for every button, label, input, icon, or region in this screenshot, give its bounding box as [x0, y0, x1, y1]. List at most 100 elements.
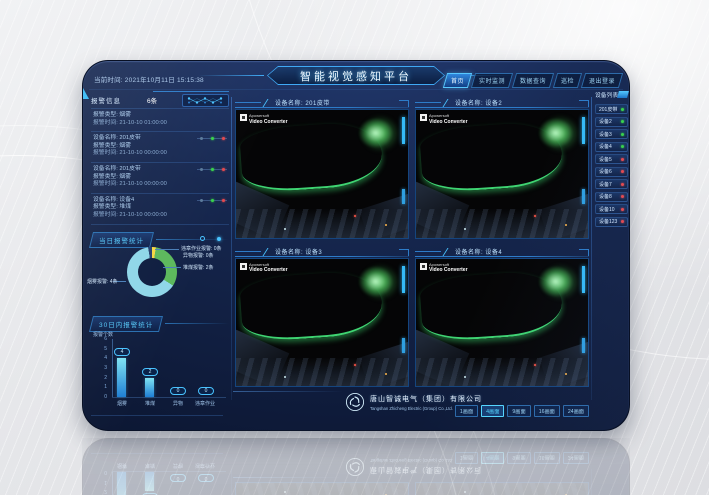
device-list: 201皮带 设备2 设备3 设备4 设备5 设备6 设备7 设备8 设备10 设… [595, 104, 628, 227]
device-status-dot [621, 170, 624, 173]
alarm-list-item[interactable]: 设备名称: 设备4 报警类型: 堆煤 报警时间: 21-10-10 00:00:… [91, 194, 229, 225]
watermark-logo-icon [420, 263, 427, 270]
video-title: 设备名称: 201皮带 [275, 98, 330, 107]
device-row[interactable]: 设备5 [595, 154, 628, 164]
video-grid: 设备名称: 201皮带 Apowersoft Video Converter [235, 97, 589, 387]
device-list-tab-decoration [617, 91, 629, 98]
header-slash-decoration [263, 99, 274, 107]
video-cell-1[interactable]: 设备名称: 201皮带 Apowersoft Video Converter [235, 97, 409, 239]
alarm-list-item[interactable]: 设备名称: 201皮带 报警类型: 烟雾 报警时间: 21-10-10 00:0… [91, 132, 229, 163]
alarm-panel-header: 报警信息 6条 [91, 94, 229, 106]
alarm-list-item[interactable]: 报警类型: 烟雾 报警时间: 21-10-10 01:00:00 [91, 109, 229, 132]
nav-realtime-button[interactable]: 实时监测 [471, 73, 513, 88]
device-row[interactable]: 201皮带 [595, 104, 628, 114]
video-title: 设备名称: 设备3 [275, 247, 322, 256]
side-level-bar [402, 117, 405, 144]
page-background: 当前时间: 2021年10月11日 15:15:38 智能视觉感知平台 首页 实… [0, 0, 709, 495]
side-level-bar [402, 338, 405, 353]
bar-category-label: 堆煤 [136, 400, 164, 407]
bar-chart-baseline [112, 397, 226, 398]
nav-data-query-button[interactable]: 数据查询 [512, 73, 554, 88]
belt-scan-line [239, 269, 384, 342]
title-wing-left [198, 75, 264, 76]
node-ring-decoration [200, 236, 205, 241]
video-cell-3[interactable]: 设备名称: 设备3 Apowersoft Video Converter [235, 246, 409, 388]
view-1-button[interactable]: 1画面 [455, 405, 478, 417]
bar-value-label: 0 [170, 387, 186, 395]
bar-smoke [117, 358, 126, 397]
alarm-type: 报警类型: 烟雾 [93, 112, 227, 120]
nav-home-button[interactable]: 首页 [443, 73, 472, 88]
donut-leader-line [163, 267, 181, 268]
nav-logout-button[interactable]: 退出登录 [581, 73, 623, 88]
belt-scan-line [239, 120, 384, 193]
nav-inspection-button[interactable]: 巡检 [553, 73, 582, 88]
donut-label-foreign-object: 异物报警: 0条 [183, 252, 214, 259]
view-16-button[interactable]: 16画面 [534, 405, 560, 417]
alarm-time: 报警时间: 21-10-10 00:00:00 [93, 150, 227, 158]
view-4-button[interactable]: 4画面 [481, 405, 504, 417]
device-status-dot [621, 158, 624, 161]
monthly-stats-header-line [165, 323, 229, 324]
machinery-strip [236, 358, 408, 386]
watermark-logo-icon [240, 263, 247, 270]
alarm-level-indicator [197, 200, 227, 201]
device-row[interactable]: 设备7 [595, 179, 628, 189]
donut-label-coal-pile: 堆煤报警: 2条 [183, 264, 214, 271]
device-row[interactable]: 设备8 [595, 192, 628, 202]
header-divider [89, 89, 623, 90]
alarm-time: 报警时间: 21-10-10 00:00:00 [93, 212, 227, 220]
belt-scan-line [419, 269, 564, 342]
video-frame: Apowersoft Video Converter [235, 109, 409, 239]
footer-divider [233, 391, 343, 392]
device-list-title: 设备列表 [595, 90, 618, 99]
device-list-header: 设备列表 [595, 89, 628, 100]
device-row[interactable]: 设备10 [595, 204, 628, 214]
header-slash-decoration [443, 99, 454, 107]
company-name-cn: 唐山智诚电气（集团）有限公司 [370, 394, 482, 404]
bar-chart-yticks: 6 5 4 3 2 1 0 [91, 336, 107, 400]
video-title: 设备名称: 设备4 [455, 247, 502, 256]
watermark: Apowersoft Video Converter [420, 263, 468, 274]
alarm-list-item[interactable]: 设备名称: 201皮带 报警类型: 烟雾 报警时间: 21-10-10 00:0… [91, 163, 229, 194]
alarm-panel-title: 报警信息 [91, 95, 121, 105]
dashboard-panel: 当前时间: 2021年10月11日 15:15:38 智能视觉感知平台 首页 实… [82, 60, 630, 431]
bar-value-label: 4 [114, 348, 130, 356]
device-status-dot [621, 108, 624, 111]
side-level-bar [402, 266, 405, 293]
alarm-level-indicator [197, 169, 227, 170]
daily-stats-header-line [156, 239, 229, 240]
bottom-left-frame-line [91, 415, 223, 416]
bar-category-label: 烟雾 [108, 400, 136, 407]
view-24-button[interactable]: 24画面 [563, 405, 589, 417]
network-topology-icon [182, 94, 229, 107]
alarm-count-badge: 6条 [147, 95, 157, 105]
device-status-dot [621, 120, 624, 123]
vertical-divider [591, 97, 592, 400]
page-title: 智能视觉感知平台 [268, 67, 444, 84]
watermark-logo-icon [420, 114, 427, 121]
video-cell-4[interactable]: 设备名称: 设备4 Apowersoft Video Converter [415, 246, 589, 388]
alarm-type: 报警类型: 堆煤 [93, 204, 227, 212]
side-level-bar [582, 266, 585, 293]
top-nav: 首页 实时监测 数据查询 巡检 退出登录 [445, 73, 621, 88]
device-row[interactable]: 设备123 [595, 217, 628, 227]
bar-chart-y-axis [112, 339, 113, 397]
device-status-dot [621, 133, 624, 136]
device-row[interactable]: 设备3 [595, 129, 628, 139]
company-logo-icon [345, 392, 365, 412]
view-9-button[interactable]: 9画面 [507, 405, 530, 417]
device-row[interactable]: 设备2 [595, 117, 628, 127]
donut-label-smoke: 烟雾报警: 4条 [87, 278, 118, 285]
device-row[interactable]: 设备6 [595, 167, 628, 177]
video-frame: Apowersoft Video Converter [415, 109, 589, 239]
side-level-bar [582, 189, 585, 204]
device-status-dot [621, 195, 624, 198]
video-cell-2[interactable]: 设备名称: 设备2 Apowersoft Video Converter [415, 97, 589, 239]
machinery-strip [236, 209, 408, 237]
view-switcher: 1画面 4画面 9画面 16画面 24画面 [455, 405, 589, 417]
monthly-stats-header: 30日内报警统计 [91, 317, 229, 330]
bar-value-label: 0 [198, 387, 214, 395]
header-slash-decoration [443, 248, 454, 256]
device-row[interactable]: 设备4 [595, 142, 628, 152]
